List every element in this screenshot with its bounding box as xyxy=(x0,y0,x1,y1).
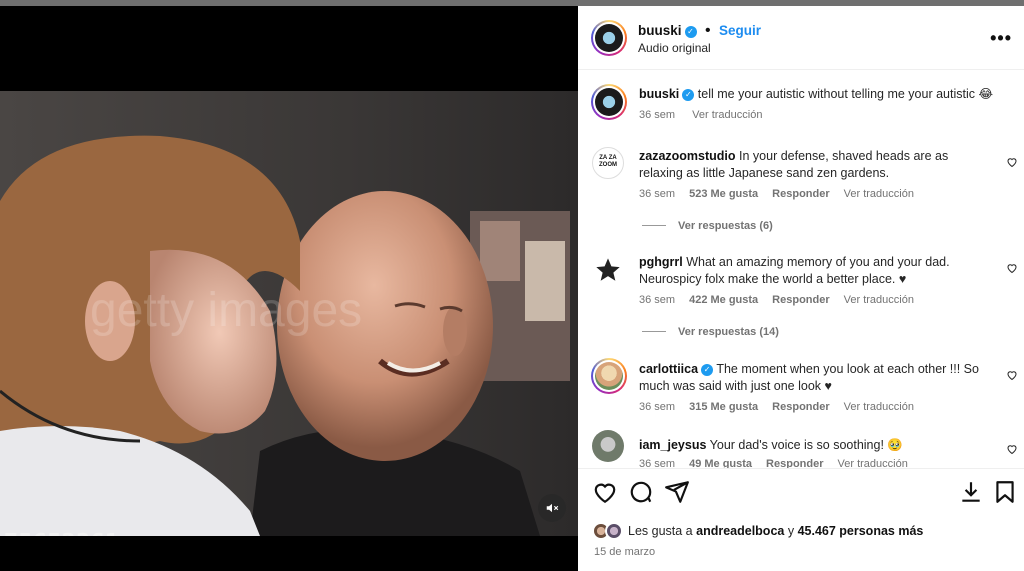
caption: buuski ✓ tell me your autistic without te… xyxy=(639,86,1019,103)
caption-username[interactable]: buuski xyxy=(639,87,679,101)
video-overlay-id: 75652261 xyxy=(4,529,119,536)
comment-likes[interactable]: 422 Me gusta xyxy=(689,294,758,306)
liker-avatar[interactable] xyxy=(605,522,623,540)
like-comment-heart-icon[interactable] xyxy=(1006,369,1018,381)
comment-likes[interactable]: 315 Me gusta xyxy=(689,401,758,413)
comment-text: What an amazing memory of you and your d… xyxy=(639,255,950,286)
translate-link[interactable]: Ver traducción xyxy=(844,294,914,306)
comment-2-meta: 36 sem 422 Me gusta Responder Ver traducció… xyxy=(639,294,914,306)
comment-4: iam_jeysus Your dad's voice is so soothi… xyxy=(639,437,989,454)
reply-button[interactable]: Responder xyxy=(772,188,829,200)
mute-button[interactable] xyxy=(538,494,566,522)
more-options-icon[interactable]: ••• xyxy=(990,28,1012,49)
comment-icon[interactable] xyxy=(628,479,654,505)
caption-translate-link[interactable]: Ver traducción xyxy=(692,109,762,121)
view-replies-button[interactable]: Ver respuestas (14) xyxy=(642,326,779,338)
like-comment-heart-icon[interactable] xyxy=(1006,262,1018,274)
comment-3: carlottiica ✓ The moment when you look at… xyxy=(639,361,989,395)
comment-1-meta: 36 sem 523 Me gusta Responder Ver traducció… xyxy=(639,188,914,200)
comment-username[interactable]: carlottiica xyxy=(639,362,698,376)
verified-badge-icon: ✓ xyxy=(682,89,695,101)
share-icon[interactable] xyxy=(664,479,690,505)
verified-badge-icon: ✓ xyxy=(684,26,697,38)
comment-username[interactable]: zazazoomstudio xyxy=(639,149,736,163)
heart-icon[interactable] xyxy=(592,479,618,505)
comment-likes[interactable]: 49 Me gusta xyxy=(689,458,752,468)
author-avatar[interactable] xyxy=(591,20,627,56)
post-date[interactable]: 15 de marzo xyxy=(594,546,655,558)
save-bookmark-icon[interactable] xyxy=(992,479,1018,505)
translate-link[interactable]: Ver traducción xyxy=(844,401,914,413)
comment-text: Your dad's voice is so soothing! 🥹 xyxy=(709,438,903,452)
follow-button[interactable]: Seguir xyxy=(719,23,761,38)
comment-1: zazazoomstudio In your defense, shaved h… xyxy=(639,148,989,182)
svg-text:getty images: getty images xyxy=(90,284,362,337)
post-actions: Les gusta a andreadelboca y 45.467 perso… xyxy=(578,468,1024,571)
verified-badge-icon: ✓ xyxy=(701,364,714,376)
comments-list[interactable]: buuski ✓ tell me your autistic without te… xyxy=(578,70,1024,468)
speaker-muted-icon xyxy=(546,503,559,513)
likes-count[interactable]: 45.467 personas más xyxy=(798,524,924,538)
caption-avatar[interactable] xyxy=(591,84,627,120)
video-player[interactable]: getty images 75652261 xyxy=(0,6,578,571)
view-replies-button[interactable]: Ver respuestas (6) xyxy=(642,220,773,232)
caption-meta: 36 sem Ver traducción xyxy=(639,109,776,121)
comment-avatar-pghgrrl[interactable] xyxy=(592,254,624,286)
translate-link[interactable]: Ver traducción xyxy=(838,458,908,468)
video-frame: getty images 75652261 xyxy=(0,91,578,536)
download-icon[interactable] xyxy=(958,479,984,505)
comment-3-meta: 36 sem 315 Me gusta Responder Ver traducció… xyxy=(639,401,914,413)
star-avatar-icon xyxy=(596,258,620,281)
comment-likes[interactable]: 523 Me gusta xyxy=(689,188,758,200)
translate-link[interactable]: Ver traducción xyxy=(844,188,914,200)
comment-username[interactable]: iam_jeysus xyxy=(639,438,706,452)
caption-time: 36 sem xyxy=(639,109,676,121)
post-panel: buuski ✓ • Seguir Audio original ••• buus… xyxy=(578,6,1024,571)
comment-avatar-carlottiica[interactable] xyxy=(591,358,627,394)
comment-username[interactable]: pghgrrl xyxy=(639,255,683,269)
post-header: buuski ✓ • Seguir Audio original ••• xyxy=(578,6,1024,70)
author-username[interactable]: buuski xyxy=(638,23,682,38)
reply-button[interactable]: Responder xyxy=(772,294,829,306)
liker-username[interactable]: andreadelboca xyxy=(696,524,784,538)
comment-2: pghgrrl What an amazing memory of you an… xyxy=(639,254,989,288)
audio-label[interactable]: Audio original xyxy=(638,41,711,55)
likes-summary: Les gusta a andreadelboca y 45.467 perso… xyxy=(628,524,924,538)
comment-avatar-iam-jeysus[interactable] xyxy=(592,430,624,462)
comment-avatar-zazazoom[interactable]: ZA ZA ZOOM xyxy=(592,147,624,179)
like-comment-heart-icon[interactable] xyxy=(1006,443,1018,455)
caption-text: tell me your autistic without telling me… xyxy=(697,87,994,101)
reply-button[interactable]: Responder xyxy=(766,458,823,468)
reply-button[interactable]: Responder xyxy=(772,401,829,413)
comment-4-meta: 36 sem 49 Me gusta Responder Ver traducción xyxy=(639,458,908,468)
video-still: getty images xyxy=(0,91,578,536)
like-comment-heart-icon[interactable] xyxy=(1006,156,1018,168)
